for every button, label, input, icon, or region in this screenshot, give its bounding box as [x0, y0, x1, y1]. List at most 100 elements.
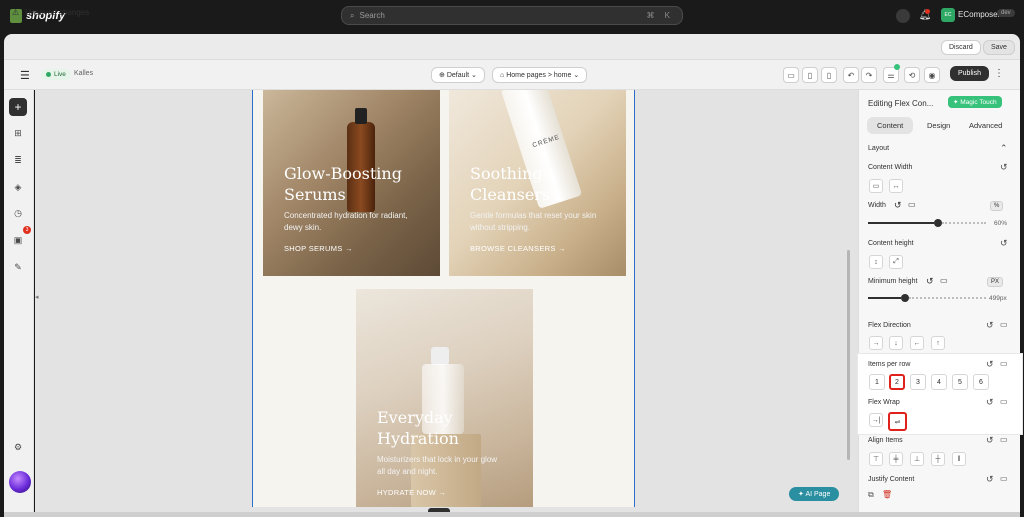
stack-icon[interactable]: ◈ [11, 180, 25, 194]
items-per-row-option[interactable]: 6 [973, 374, 989, 390]
discard-button[interactable]: Discard [941, 40, 981, 55]
reset-icon[interactable]: ↺ [986, 359, 994, 370]
image-icon[interactable]: ▣ [11, 233, 25, 247]
card-cta-link[interactable]: HYDRATE NOW → [377, 488, 502, 497]
page-dropdown-label: Home pages > home [506, 72, 572, 79]
justify-content-label: Justify Content [868, 476, 915, 483]
gear-icon[interactable]: ⚙ [11, 440, 25, 454]
ai-orb-avatar[interactable] [9, 471, 31, 493]
chevron-up-icon[interactable]: ⌃ [1000, 143, 1008, 154]
ai-page-button[interactable]: ✦ AI Page [789, 487, 840, 501]
globe-icon: ⊕ [439, 72, 445, 79]
items-per-row-option[interactable]: 3 [910, 374, 926, 390]
align-end-icon[interactable]: ⊥ [910, 452, 924, 466]
items-per-row-option-selected[interactable]: 2 [889, 374, 905, 390]
redo-icon[interactable]: ↷ [861, 67, 877, 83]
reset-icon[interactable]: ↺ [986, 397, 994, 408]
publish-button[interactable]: Publish [950, 66, 989, 81]
tablet-view-icon[interactable]: ▯ [802, 67, 818, 83]
responsive-device-icon[interactable]: ▭ [940, 276, 948, 285]
responsive-device-icon[interactable]: ▭ [1000, 474, 1008, 483]
align-start-icon[interactable]: ⊤ [869, 452, 883, 466]
notification-dot [925, 9, 930, 14]
paint-icon[interactable]: ✎ [11, 260, 25, 274]
slider-thumb[interactable] [901, 294, 909, 302]
canvas-scrollbar[interactable] [847, 250, 850, 460]
card-hydration[interactable]: Everyday Hydration Moisturizers that loc… [356, 289, 533, 507]
full-width-icon[interactable]: ↔ [889, 179, 903, 193]
card-serums[interactable]: Glow-Boosting Serums Concentrated hydrat… [263, 90, 440, 276]
search-icon: ⌕ [350, 10, 355, 20]
width-slider[interactable] [868, 219, 1010, 227]
boxed-width-icon[interactable]: ▭ [869, 179, 883, 193]
more-icon[interactable]: ⋮ [994, 68, 1004, 79]
unsaved-message: ⚠ Unsaved changes [12, 8, 89, 17]
width-unit-select[interactable]: % [990, 201, 1004, 211]
reset-icon[interactable]: ↺ [926, 276, 934, 287]
card-cta-link[interactable]: SHOP SERUMS → [284, 244, 424, 253]
clock-icon[interactable]: ◷ [11, 206, 25, 220]
direction-column-icon[interactable]: ↓ [889, 336, 903, 350]
items-per-row-option[interactable]: 4 [931, 374, 947, 390]
reset-icon[interactable]: ↺ [986, 320, 994, 331]
reset-icon[interactable]: ↺ [1000, 238, 1008, 249]
live-label: Live [54, 71, 66, 78]
card-cleansers[interactable]: CRÈME Soothing Cleansers Gentle formulas… [449, 90, 626, 276]
full-height-icon[interactable]: ⤢ [889, 255, 903, 269]
preview-eye-icon[interactable]: ◉ [924, 67, 940, 83]
card-title: Glow-Boosting Serums [284, 164, 402, 204]
collapse-handle-icon[interactable]: ◂ [35, 293, 41, 303]
undo-icon[interactable]: ↶ [843, 67, 859, 83]
page-frame[interactable]: Glow-Boosting Serums Concentrated hydrat… [252, 90, 635, 507]
tab-content[interactable]: Content [867, 117, 914, 134]
viewport-dropdown[interactable]: ⊕ Default ⌄ [431, 67, 485, 83]
direction-row-reverse-icon[interactable]: ← [910, 336, 924, 350]
reset-icon[interactable]: ↺ [986, 435, 994, 446]
items-per-row-option[interactable]: 1 [869, 374, 885, 390]
tab-design[interactable]: Design [927, 121, 950, 130]
panel-title: Editing Flex Con... [868, 99, 934, 108]
save-button[interactable]: Save [983, 40, 1015, 55]
unsaved-bar [4, 34, 1020, 60]
tab-advanced[interactable]: Advanced [969, 121, 1002, 130]
responsive-device-icon[interactable]: ▭ [1000, 320, 1008, 329]
wrap-icon[interactable]: ⇌ [888, 412, 907, 431]
sections-icon[interactable]: ⊞ [11, 126, 25, 140]
slider-thumb[interactable] [934, 219, 942, 227]
align-center-icon[interactable]: ╪ [889, 452, 903, 466]
responsive-device-icon[interactable]: ▭ [1000, 435, 1008, 444]
magic-touch-button[interactable]: ✦ Magic Touch [948, 96, 1002, 108]
items-per-row-option[interactable]: 5 [952, 374, 968, 390]
items-per-row-label: Items per row [868, 361, 911, 368]
nowrap-icon[interactable]: →| [869, 413, 883, 427]
responsive-device-icon[interactable]: ▭ [1000, 397, 1008, 406]
min-height-unit-select[interactable]: PX [987, 277, 1004, 287]
sidekick-icon[interactable] [896, 9, 910, 23]
content-height-label: Content height [868, 240, 914, 247]
card-cta-link[interactable]: BROWSE CLEANSERS → [470, 244, 605, 253]
add-element-icon[interactable]: + [9, 98, 27, 116]
page-dropdown[interactable]: ⌂ Home pages > home ⌄ [492, 67, 588, 83]
slider-track [868, 222, 934, 224]
reset-icon[interactable]: ↺ [986, 474, 994, 485]
layers-icon[interactable]: ≣ [11, 153, 25, 167]
align-baseline-icon[interactable]: ‖ [952, 452, 966, 466]
responsive-device-icon[interactable]: ▭ [908, 200, 916, 209]
store-name[interactable]: EComposer [958, 10, 1000, 19]
delete-icon[interactable]: 🗑︎ [882, 490, 892, 499]
store-avatar[interactable]: EC [941, 8, 955, 22]
desktop-view-icon[interactable]: ▭ [783, 67, 799, 83]
direction-row-icon[interactable]: → [869, 336, 883, 350]
responsive-device-icon[interactable]: ▭ [1000, 359, 1008, 368]
bottom-scrollbar[interactable] [4, 512, 1020, 517]
direction-column-reverse-icon[interactable]: ↑ [931, 336, 945, 350]
menu-icon[interactable]: ☰ [20, 69, 30, 82]
mobile-view-icon[interactable]: ▯ [821, 67, 837, 83]
reset-icon[interactable]: ↺ [1000, 162, 1008, 173]
fit-height-icon[interactable]: ↕ [869, 255, 883, 269]
copy-icon[interactable]: ⧉ [868, 490, 874, 500]
search-input[interactable]: ⌕ Search ⌘ K [341, 6, 683, 25]
reset-icon[interactable]: ↺ [894, 200, 902, 211]
align-stretch-icon[interactable]: ┼ [931, 452, 945, 466]
history-icon[interactable]: ⟲ [904, 67, 920, 83]
